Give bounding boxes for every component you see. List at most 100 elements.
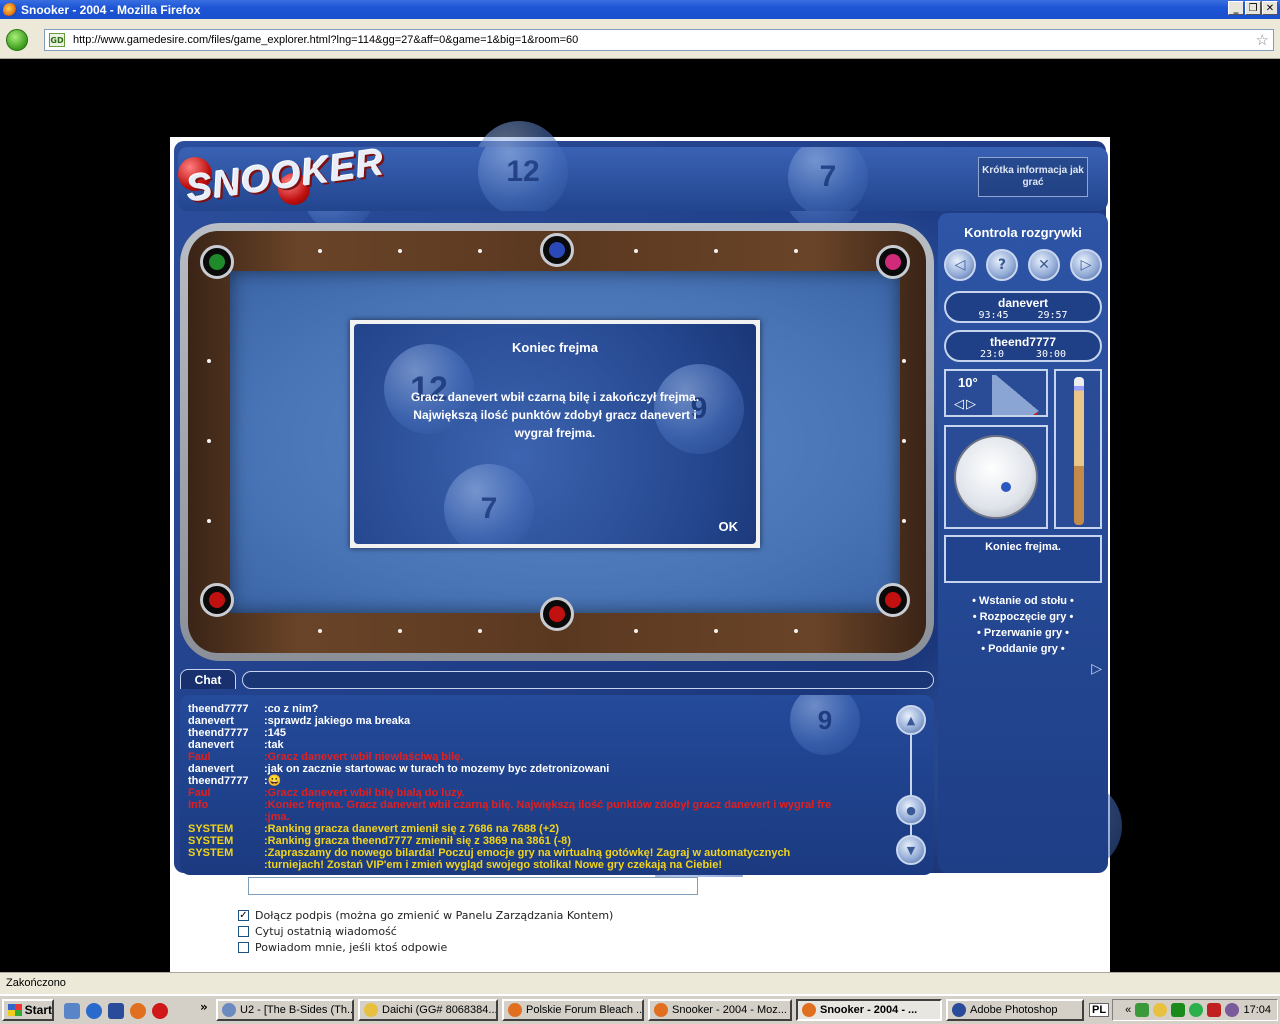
forum-reply-area: ✓ Dołącz podpis (można go zmienić w Pane… [170,877,1110,972]
app-icon[interactable] [152,1003,168,1019]
task-label: Polskie Forum Bleach ... [526,1004,644,1016]
rail-diamond [634,249,638,253]
menu-item-stand-up[interactable]: • Wstanie od stołu • [938,593,1108,609]
game-control-panel: Kontrola rozgrywki ◁ ? ✕ ▷ danevert 93:4… [938,213,1108,873]
help-button[interactable]: ? [986,249,1018,281]
scroll-up-button[interactable]: ▲ [896,705,926,735]
tray-icon[interactable] [1225,1003,1240,1017]
dialog-message: Gracz danevert wbił czarną bilę i zakońc… [410,390,700,440]
window-controls: _ ❐ ✕ [1228,1,1278,15]
taskbar-task[interactable]: Polskie Forum Bleach ... [502,999,644,1021]
pocket [540,233,574,267]
taskbar-task[interactable]: U2 - [The B-Sides (Th... [216,999,354,1021]
angle-arrows-icon[interactable]: ◁▷ [954,397,978,412]
chat-line: SYSTEM:Zapraszamy do nowego bilarda! Poc… [188,847,864,859]
task-label: U2 - [The B-Sides (Th... [240,1004,354,1016]
close-button[interactable]: ✕ [1262,1,1278,15]
option-signature[interactable]: ✓ Dołącz podpis (można go zmienić w Pane… [238,909,613,922]
rail-diamond [714,249,718,253]
spin-point[interactable] [1001,482,1011,492]
rail-diamond [794,629,798,633]
language-indicator[interactable]: PL [1089,1003,1110,1017]
bg-ball: 7 [444,464,534,544]
start-button[interactable]: Start [2,999,54,1021]
player-card: theend7777 23:0 30:00 [944,330,1102,362]
player-times: 93:45 29:57 [946,310,1100,321]
pink-ball-icon [885,254,901,270]
bookmark-star-icon[interactable]: ☆ [1256,31,1269,49]
tray-icon[interactable] [1207,1003,1222,1017]
media-player-icon[interactable] [108,1003,124,1019]
frame-end-dialog: 12 9 7 Koniec frejma Gracz danevert wbił… [350,320,760,548]
ok-button[interactable]: OK [719,519,739,534]
cue-stick-icon[interactable] [1074,377,1084,525]
checkbox-checked[interactable]: ✓ [238,910,249,921]
expand-arrow-icon[interactable]: ▷ [1091,661,1102,677]
cue-ball-icon[interactable] [954,435,1038,519]
rail-diamond [478,629,482,633]
power-control[interactable] [1054,369,1102,529]
chat-author: theend7777 [188,703,249,715]
taskbar-task[interactable]: Adobe Photoshop [946,999,1084,1021]
chat-message: :Koniec frejma. Gracz danevert wbił czar… [264,799,832,811]
chat-author [188,811,264,823]
chat-scroll-track[interactable] [910,735,912,845]
url-bar[interactable]: GD http://www.gamedesire.com/files/game_… [44,29,1274,51]
ie-icon[interactable] [86,1003,102,1019]
chat-message: :Gracz danevert wbił bilę białą do luzy. [264,787,465,799]
chat-author: SYSTEM [188,847,234,859]
angle-value: 10° [958,375,978,390]
option-quote[interactable]: Cytuj ostatnią wiadomość [238,925,397,938]
chat-tab[interactable]: Chat [180,669,236,689]
start-label: Start [24,1003,52,1017]
chat-message: :sprawdz jakiego ma breaka [264,715,411,727]
chat-author: Faul [188,751,211,763]
prev-button[interactable]: ◁ [944,249,976,281]
option-label: Dołącz podpis (można go zmienić w Panelu… [255,909,614,922]
chat-message: :jak on zacznie startowac w turach to mo… [264,763,610,775]
rail-diamond [714,629,718,633]
firefox-icon[interactable] [130,1003,146,1019]
tray-icon[interactable] [1135,1003,1150,1017]
tray-expand-icon[interactable]: « [1125,1004,1131,1016]
site-favicon-icon: GD [49,33,65,47]
checkbox[interactable] [238,942,249,953]
rail-diamond [794,249,798,253]
scroll-down-button[interactable]: ▼ [896,835,926,865]
option-notify[interactable]: Powiadom mnie, jeśli ktoś odpowie [238,941,447,954]
chat-author: SYSTEM [188,835,234,847]
menu-item-forfeit[interactable]: • Poddanie gry • [938,641,1108,657]
checkbox[interactable] [238,926,249,937]
game-header: SNOOKER 12 7 Krótka informacja jak grać [178,147,1108,211]
how-to-play-button[interactable]: Krótka informacja jak grać [978,157,1088,197]
chat-line: danevert:sprawdz jakiego ma breaka [188,715,864,727]
chat-line: theend7777:co z nim? [188,703,864,715]
taskbar-task[interactable]: Snooker - 2004 - ... [796,999,942,1021]
reload-icon[interactable] [6,29,28,51]
minimize-button[interactable]: _ [1228,1,1244,15]
taskbar-task[interactable]: Snooker - 2004 - Moz... [648,999,792,1021]
scroll-thumb[interactable]: ● [896,795,926,825]
tray-icon[interactable] [1153,1003,1168,1017]
rail-diamond [398,629,402,633]
cue-angle-control[interactable]: 10° ◁▷ [944,369,1048,417]
spin-control[interactable] [944,425,1048,529]
task-label: Snooker - 2004 - ... [820,1004,918,1016]
menu-item-start-game[interactable]: • Rozpoczęcie gry • [938,609,1108,625]
tray-icon[interactable] [1171,1003,1186,1017]
maximize-button[interactable]: ❐ [1245,1,1261,15]
tray-icon[interactable] [1189,1003,1204,1017]
rail-diamond [318,629,322,633]
reply-input[interactable] [248,877,698,895]
window-title: Snooker - 2004 - Mozilla Firefox [21,2,201,17]
quicklaunch-more-icon[interactable]: » [200,1000,208,1014]
show-desktop-icon[interactable] [64,1003,80,1019]
menu-item-pause-game[interactable]: • Przerwanie gry • [938,625,1108,641]
chat-author: danevert [188,739,234,751]
url-text[interactable]: http://www.gamedesire.com/files/game_exp… [73,34,578,46]
taskbar-task[interactable]: Daichi (GG# 8068384... [358,999,498,1021]
chat-line: Faul:Gracz danevert wbił niewłaściwą bil… [188,751,864,763]
green-ball-icon [209,254,225,270]
next-button[interactable]: ▷ [1070,249,1102,281]
close-game-button[interactable]: ✕ [1028,249,1060,281]
